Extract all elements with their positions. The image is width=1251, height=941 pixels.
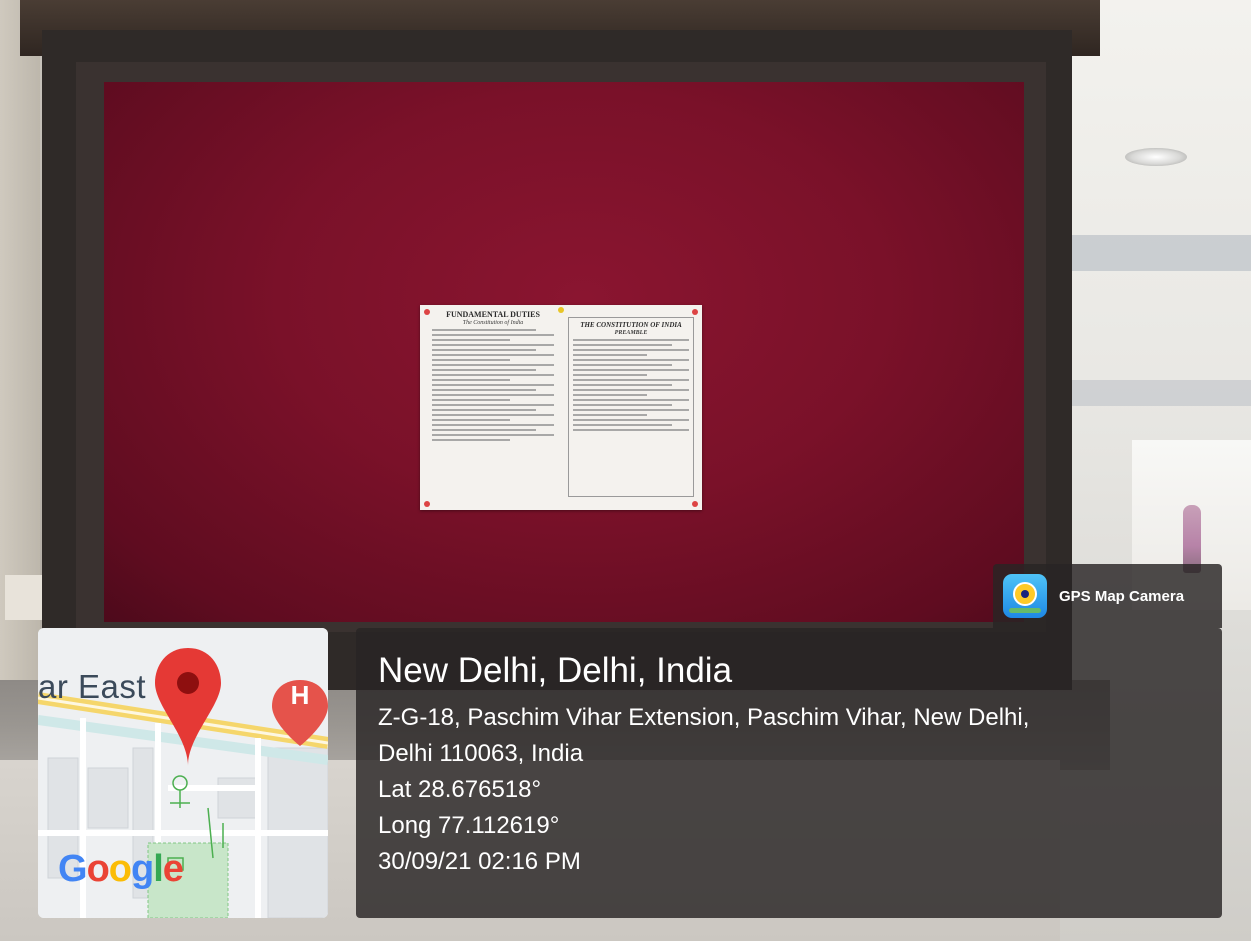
- google-logo-letter: l: [153, 848, 164, 890]
- switchboard: [5, 575, 43, 620]
- google-logo-letter: o: [86, 848, 110, 890]
- push-pin: [558, 307, 564, 313]
- location-title: New Delhi, Delhi, India: [378, 651, 733, 690]
- google-logo-letter: o: [108, 848, 132, 890]
- poster-left-page: FUNDAMENTAL DUTIES The Constitution of I…: [428, 310, 558, 503]
- google-logo-letter: e: [162, 848, 184, 890]
- google-logo-letter: G: [58, 848, 88, 890]
- poster-right-page: THE CONSTITUTION OF INDIA PREAMBLE: [568, 317, 694, 497]
- gps-camera-app-icon: [1003, 574, 1047, 618]
- constitution-poster: FUNDAMENTAL DUTIES The Constitution of I…: [420, 305, 702, 510]
- google-logo-letter: g: [131, 848, 154, 890]
- poster-left-title: FUNDAMENTAL DUTIES: [446, 310, 540, 319]
- ceiling-light: [1125, 148, 1187, 166]
- gps-map-camera-label: GPS Map Camera: [1059, 587, 1185, 605]
- map-thumbnail[interactable]: ar East H Google: [38, 628, 328, 918]
- address-line-1: Z-G-18, Paschim Vihar Extension, Paschim…: [378, 704, 1030, 731]
- gps-map-camera-badge: GPS Map Camera: [993, 564, 1222, 628]
- ceiling-beam: [1072, 380, 1251, 406]
- poster-left-subtitle: The Constitution of India: [462, 319, 524, 326]
- push-pin: [692, 501, 698, 507]
- map-place-label: ar East: [38, 668, 147, 705]
- longitude: Long 77.112619°: [378, 812, 560, 839]
- hospital-marker-label: H: [290, 680, 310, 710]
- latitude: Lat 28.676518°: [378, 776, 542, 803]
- google-logo: Google: [58, 848, 184, 891]
- push-pin: [692, 309, 698, 315]
- ceiling-beam: [1072, 235, 1251, 271]
- poster-right-title: THE CONSTITUTION OF INDIA: [580, 321, 682, 329]
- timestamp: 30/09/21 02:16 PM: [378, 848, 581, 875]
- address-line-2: Delhi 110063, India: [378, 740, 584, 767]
- location-info-panel: New Delhi, Delhi, India Z-G-18, Paschim …: [356, 628, 1222, 918]
- poster-right-subtitle: PREAMBLE: [614, 329, 648, 336]
- distant-person: [1183, 505, 1201, 573]
